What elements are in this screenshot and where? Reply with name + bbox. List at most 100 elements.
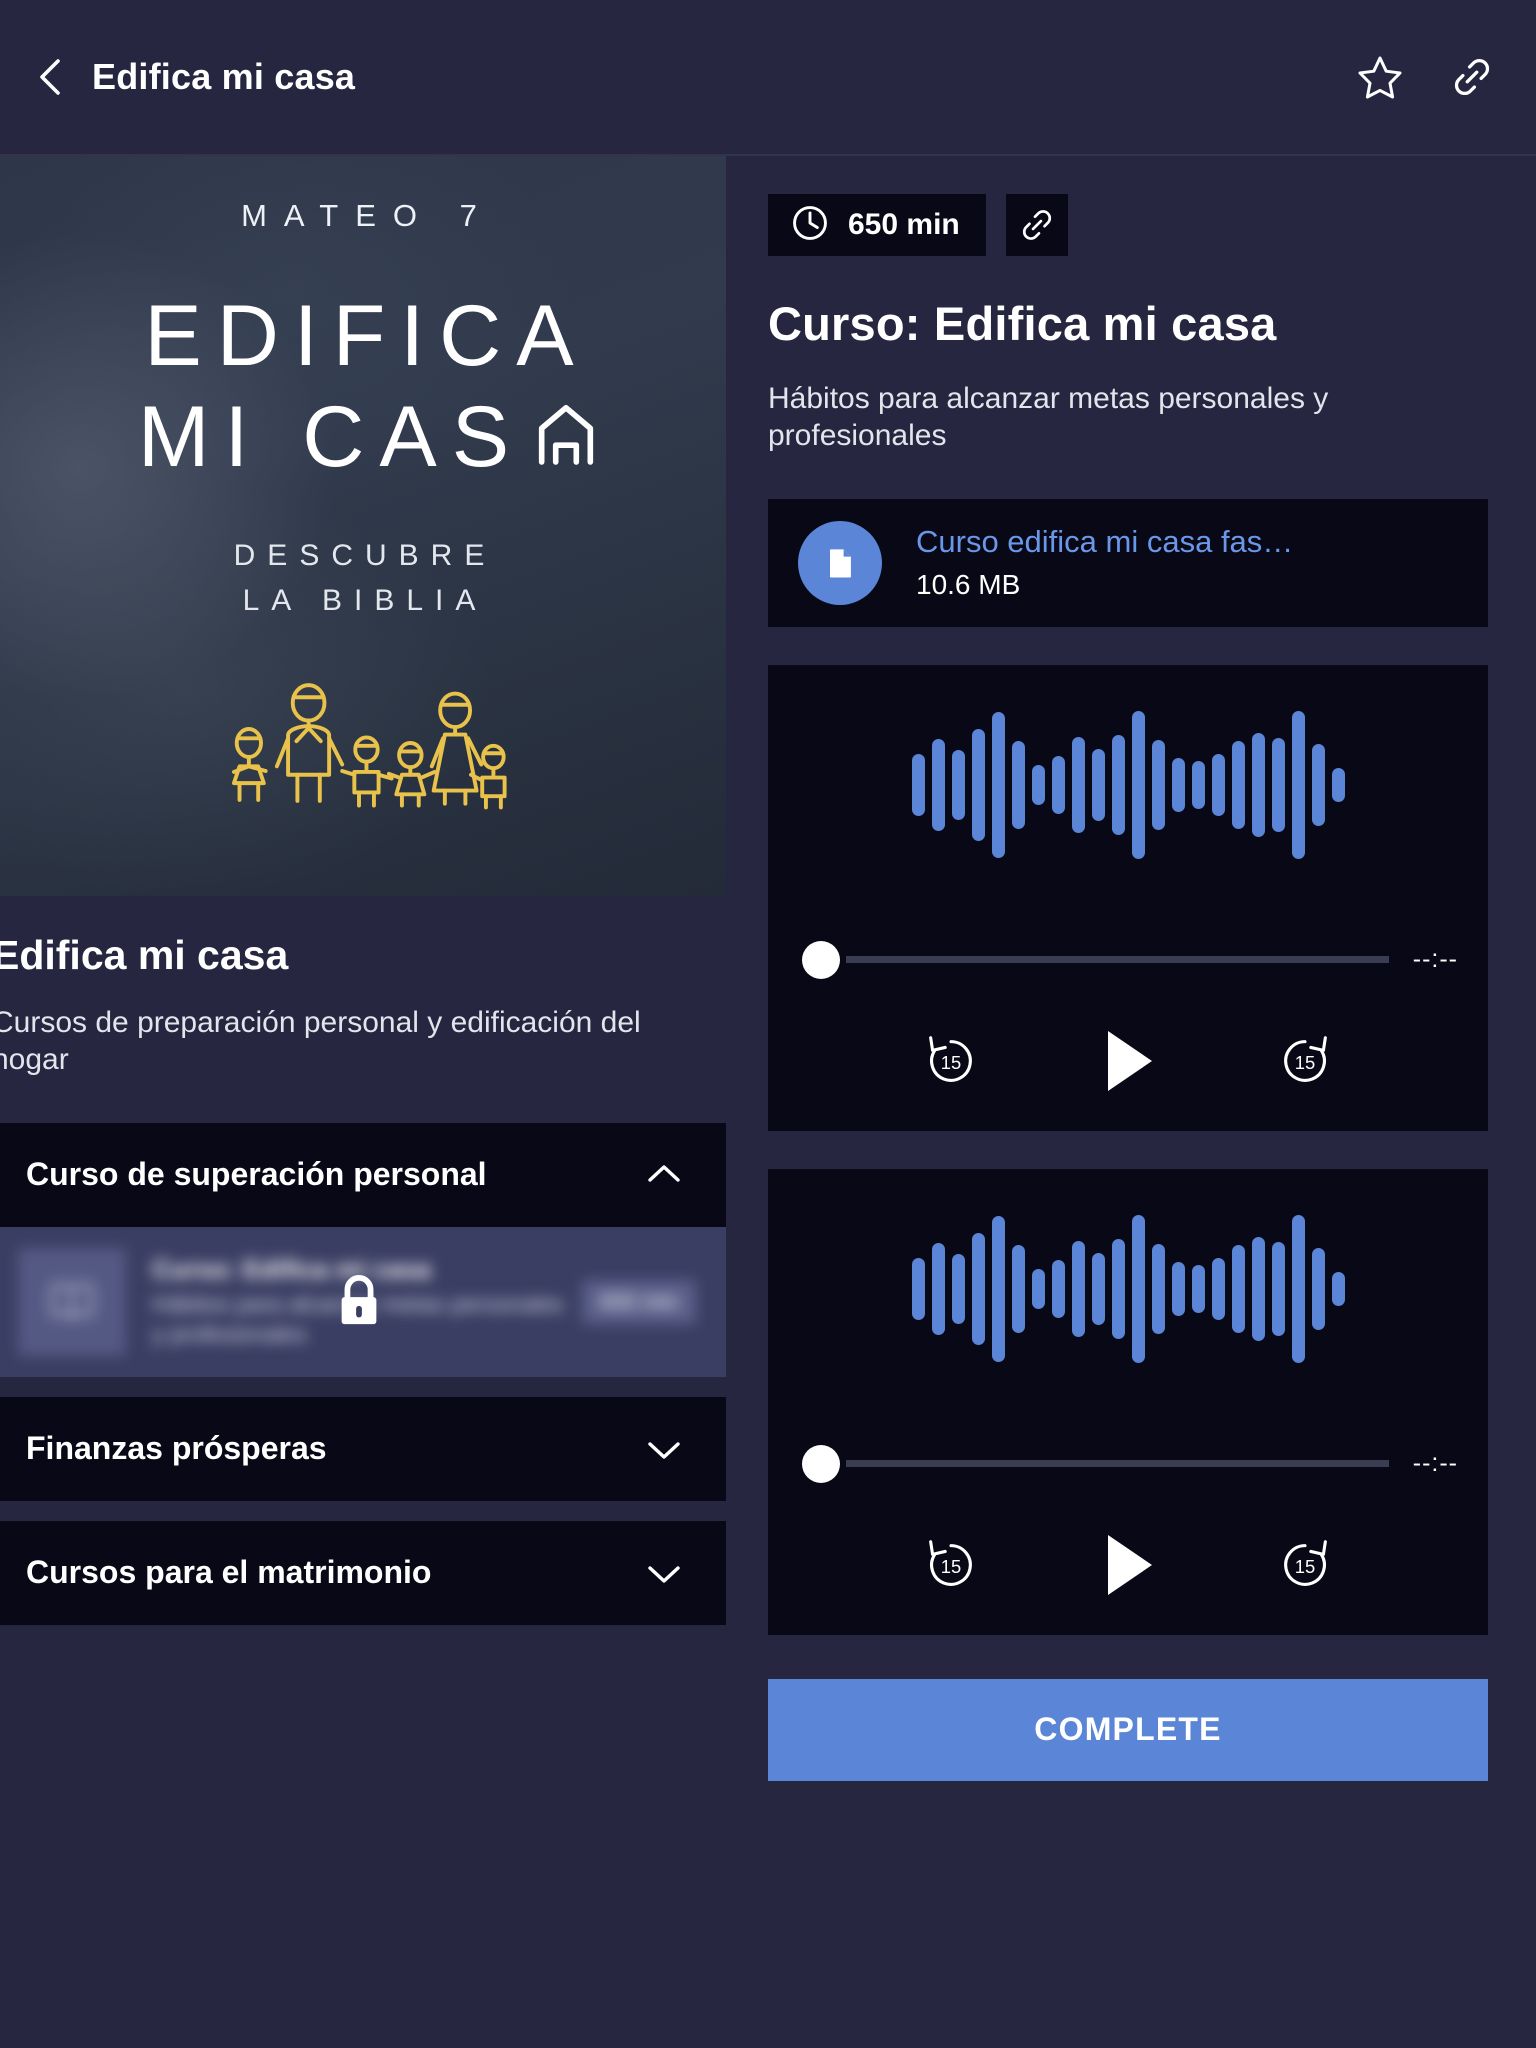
audio-player-2: --:-- 15 15 — [768, 1168, 1488, 1635]
waveform-bar — [931, 1242, 945, 1335]
waveform-bar — [1291, 710, 1305, 859]
waveform-bar — [1331, 1271, 1345, 1306]
waveform-bar — [1051, 755, 1065, 814]
cover-line-1: EDIFICA — [144, 288, 589, 384]
chevron-down-icon[interactable] — [644, 1429, 684, 1469]
waveform-bar — [1231, 1244, 1245, 1333]
sidebar-item-curso-de-superacion-personal[interactable]: Curso de superación personal — [0, 1122, 726, 1227]
accordion-label: Curso de superación personal — [26, 1156, 487, 1193]
rewind-15-button[interactable]: 15 — [920, 1534, 982, 1596]
page-title: Edifica mi casa — [92, 56, 356, 97]
seek-thumb[interactable] — [802, 940, 840, 979]
lock-icon — [0, 1227, 726, 1377]
link-icon — [1022, 210, 1051, 240]
attachment-size: 10.6 MB — [916, 569, 1021, 601]
waveform-bar — [1071, 1240, 1085, 1337]
waveform-bar — [1171, 757, 1185, 812]
svg-text:15: 15 — [941, 1556, 961, 1577]
seek-bar-1[interactable]: --:-- — [798, 940, 1458, 979]
waveform-bar — [1051, 1259, 1065, 1318]
waveform-bar — [1131, 710, 1145, 859]
waveform-bar — [1171, 1261, 1185, 1316]
waveform-1 — [798, 691, 1458, 879]
waveform-bar — [951, 749, 965, 820]
sidebar-item-cursos-para-el-matrimonio[interactable]: Cursos para el matrimonio — [0, 1520, 726, 1625]
waveform-bar — [911, 753, 925, 816]
left-course-meta: Edifica mi casa Cursos de preparación pe… — [0, 896, 734, 1079]
seek-track[interactable] — [846, 956, 1389, 964]
waveform-bar — [911, 1257, 925, 1320]
waveform-bar — [1311, 743, 1325, 826]
lesson-meta-chips: 650 min — [768, 194, 1488, 256]
attachment-texts: Curso edifica mi casa fas… 10.6 MB — [916, 524, 1293, 601]
attachment-card[interactable]: Curso edifica mi casa fas… 10.6 MB — [768, 498, 1488, 627]
family-line-art-icon — [209, 645, 509, 818]
cover-subtitle-line-2: LA BIBLIA — [242, 583, 488, 617]
transport-controls-1: 15 15 — [798, 1027, 1458, 1095]
waveform-bar — [991, 711, 1005, 858]
accordion-label: Cursos para el matrimonio — [26, 1554, 432, 1591]
waveform-bar — [1091, 1252, 1105, 1325]
waveform-2 — [798, 1195, 1458, 1383]
app-bar-actions — [1354, 51, 1498, 103]
svg-text:15: 15 — [941, 1052, 961, 1073]
waveform-bar — [1231, 740, 1245, 829]
svg-text:15: 15 — [1295, 1052, 1315, 1073]
play-button[interactable] — [1100, 1531, 1156, 1599]
audio-player-1: --:-- 15 15 — [768, 664, 1488, 1131]
waveform-bar — [1031, 1268, 1045, 1309]
waveform-bar — [1131, 1214, 1145, 1363]
waveform-bar — [1151, 739, 1165, 830]
course-cover-image: MATEO 7 EDIFICA MI CAS DESCUBRE LA BIBLI… — [0, 156, 726, 896]
waveform-bar — [1071, 736, 1085, 833]
waveform-bar — [1331, 767, 1345, 802]
attachment-name[interactable]: Curso edifica mi casa fas… — [916, 524, 1293, 560]
waveform-bar — [1271, 737, 1285, 832]
waveform-bar — [1091, 748, 1105, 821]
cover-subtitle-line-1: DESCUBRE — [233, 538, 497, 572]
clock-icon — [790, 203, 830, 248]
waveform-bar — [931, 738, 945, 831]
waveform-bar — [1111, 734, 1125, 835]
waveform-bar — [1031, 764, 1045, 805]
complete-button[interactable]: COMPLETE — [768, 1678, 1488, 1781]
time-display: --:-- — [1412, 945, 1458, 974]
share-link-button[interactable] — [1005, 194, 1068, 256]
seek-thumb[interactable] — [802, 1444, 840, 1483]
left-course-title: Edifica mi casa — [0, 932, 289, 978]
chevron-down-icon[interactable] — [644, 1553, 684, 1593]
forward-15-button[interactable]: 15 — [1274, 1030, 1336, 1092]
chevron-up-icon[interactable] — [644, 1155, 684, 1195]
waveform-bar — [1151, 1243, 1165, 1334]
left-course-description: Cursos de preparación personal y edifica… — [0, 1006, 641, 1076]
waveform-bar — [1311, 1247, 1325, 1330]
rewind-15-button[interactable]: 15 — [920, 1030, 982, 1092]
app-bar: Edifica mi casa — [0, 0, 1536, 156]
cover-subtitle: DESCUBRE LA BIBLIA — [222, 533, 497, 623]
waveform-bar — [1211, 1257, 1225, 1320]
waveform-bar — [951, 1253, 965, 1324]
right-panel: 650 min Curso: Edifica mi casa Hábitos p… — [734, 156, 1536, 2048]
duration-badge: 650 min — [768, 194, 986, 256]
waveform-bar — [1251, 732, 1265, 837]
link-icon[interactable] — [1446, 51, 1498, 103]
seek-track[interactable] — [846, 1460, 1389, 1468]
course-sections-list: Curso de superación personal Curso: Edif… — [0, 1122, 734, 1625]
waveform-bar — [971, 728, 985, 841]
waveform-bar — [1271, 1241, 1285, 1336]
cover-line-2-text: MI CAS — [137, 389, 525, 486]
star-outline-icon[interactable] — [1354, 51, 1406, 103]
sidebar-item-finanzas-prosperas[interactable]: Finanzas prósperas — [0, 1396, 726, 1501]
chevron-left-icon[interactable] — [34, 56, 68, 98]
play-button[interactable] — [1100, 1027, 1156, 1095]
cover-line-2: MI CAS — [123, 387, 595, 488]
lesson-description: Hábitos para alcanzar metas personales y… — [768, 382, 1329, 452]
waveform-bar — [1111, 1238, 1125, 1339]
lesson-title: Curso: Edifica mi casa — [768, 297, 1277, 350]
waveform-bar — [1211, 753, 1225, 816]
content-area: MATEO 7 EDIFICA MI CAS DESCUBRE LA BIBLI… — [0, 156, 1536, 2048]
list-item-locked-lesson[interactable]: Curso: Edifica mi casa Hábitos para alca… — [0, 1226, 726, 1377]
seek-bar-2[interactable]: --:-- — [798, 1444, 1458, 1483]
forward-15-button[interactable]: 15 — [1274, 1534, 1336, 1596]
A-as-house-icon — [522, 387, 595, 488]
